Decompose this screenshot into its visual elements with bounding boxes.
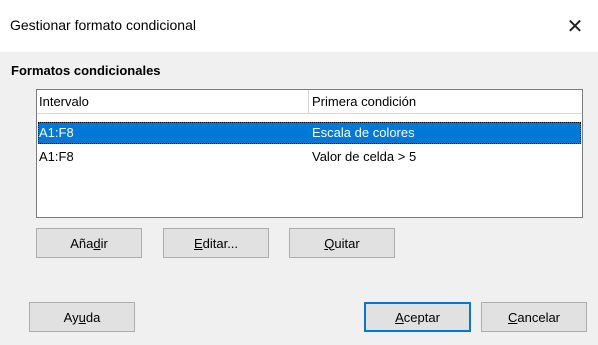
add-label-post: ir [100,235,108,251]
help-label-post: da [85,309,101,325]
column-header-range[interactable]: Intervalo [39,94,89,109]
cancel-button[interactable]: Cancelar [481,302,587,332]
conditional-formats-list[interactable]: Intervalo Primera condición A1:F8 Escala… [36,89,583,218]
title-bar: Gestionar formato condicional ✕ [0,0,598,52]
section-heading: Formatos condicionales [11,63,161,78]
edit-label-post: ditar... [202,235,239,251]
row-range: A1:F8 [39,125,74,140]
edit-label-mnemonic: E [193,235,203,251]
remove-label-post: uitar [334,235,360,251]
help-label-pre: Ay [63,309,79,325]
close-icon: ✕ [566,15,584,38]
list-row[interactable]: A1:F8 Valor de celda > 5 [38,146,581,168]
remove-button[interactable]: Quitar [289,228,395,258]
list-row[interactable]: A1:F8 Escala de colores [38,122,581,144]
column-header-first-condition[interactable]: Primera condición [312,94,416,109]
add-label-mnemonic: d [93,235,101,251]
cancel-label-mnemonic: C [507,309,518,325]
ok-label-mnemonic: A [395,309,404,325]
row-condition: Valor de celda > 5 [312,149,417,164]
dialog-title: Gestionar formato condicional [10,17,196,33]
cancel-label-post: ancelar [517,309,561,325]
row-range: A1:F8 [39,149,74,164]
help-label-mnemonic: u [78,309,86,325]
help-button[interactable]: Ay u da [29,302,135,332]
add-button[interactable]: Aña d ir [36,228,142,258]
add-label-pre: Aña [70,235,94,251]
row-condition: Escala de colores [312,125,415,140]
close-button[interactable]: ✕ [552,0,598,52]
column-divider[interactable] [308,90,309,113]
edit-button[interactable]: Editar... [163,228,269,258]
list-header: Intervalo Primera condición [37,90,582,114]
ok-label-post: ceptar [403,309,440,325]
ok-button[interactable]: Aceptar [364,302,471,332]
manage-conditional-formatting-dialog: Gestionar formato condicional ✕ Formatos… [0,0,598,345]
remove-label-mnemonic: Q [324,235,335,251]
